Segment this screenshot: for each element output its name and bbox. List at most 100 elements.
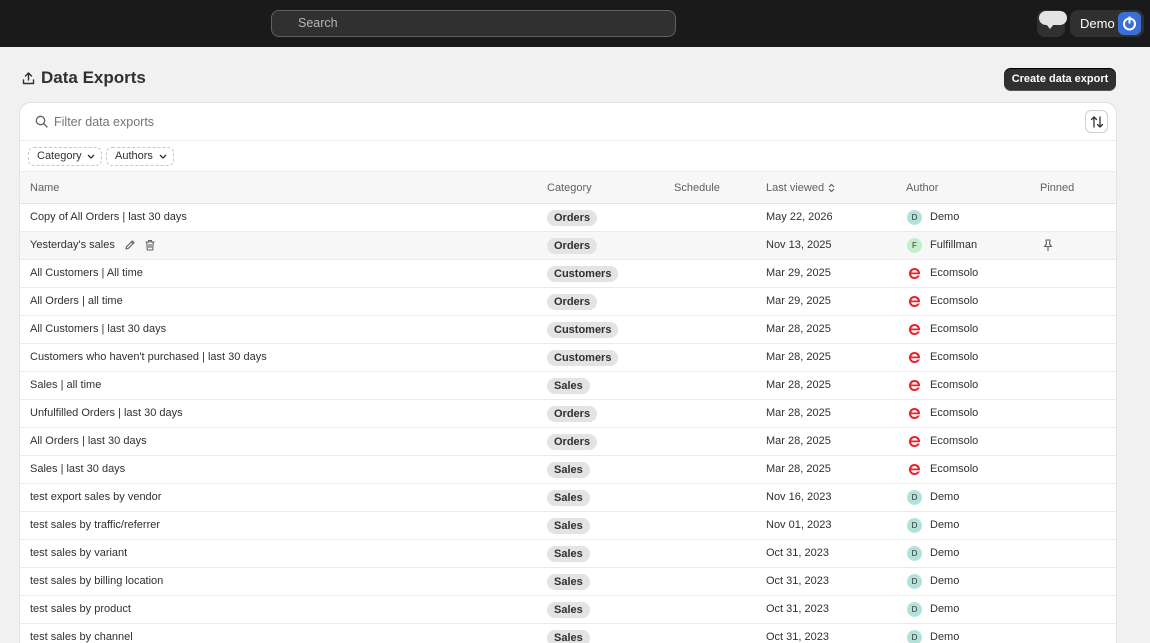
table-header: Name Category Schedule Last viewed Autho… (20, 172, 1116, 204)
author-avatar: D (907, 518, 922, 533)
export-name[interactable]: Unfulfilled Orders | last 30 days (30, 400, 183, 427)
last-viewed-date: Mar 29, 2025 (766, 267, 831, 279)
authors-filter-chip[interactable]: Authors (106, 147, 174, 166)
last-viewed-date: Mar 28, 2025 (766, 351, 831, 363)
column-header-pinned[interactable]: Pinned (1040, 172, 1074, 204)
export-name[interactable]: Sales | last 30 days (30, 456, 125, 483)
category-badge: Sales (547, 574, 590, 590)
category-badge: Sales (547, 546, 590, 562)
export-name[interactable]: test sales by billing location (30, 568, 163, 595)
table-row[interactable]: All Orders | all time Orders Mar 29, 2025 E… (20, 288, 1116, 316)
category-badge: Sales (547, 518, 590, 534)
author-name: Demo (930, 547, 960, 559)
sort-button[interactable] (1085, 110, 1108, 133)
author-name: Ecomsolo (930, 407, 979, 419)
ecomsolo-logo-icon (907, 350, 922, 365)
column-header-category[interactable]: Category (547, 172, 592, 204)
user-menu-button[interactable]: Demo (1070, 10, 1144, 37)
table-row[interactable]: test sales by traffic/referrer Sales Nov 0… (20, 512, 1116, 540)
table-row[interactable]: test export sales by vendor Sales Nov 16, … (20, 484, 1116, 512)
category-badge: Customers (547, 350, 619, 366)
filter-input[interactable] (54, 103, 454, 141)
author-name: Demo (930, 519, 960, 531)
author-avatar: D (907, 574, 922, 589)
last-viewed-date: May 22, 2026 (766, 211, 833, 223)
author-name: Demo (930, 211, 960, 223)
table-row[interactable]: Customers who haven't purchased | last 3… (20, 344, 1116, 372)
export-name[interactable]: test sales by product (30, 596, 131, 623)
table-row[interactable]: test sales by product Sales Oct 31, 2023 D D… (20, 596, 1116, 624)
create-data-export-button[interactable]: Create data export (1004, 68, 1116, 91)
column-header-last-viewed[interactable]: Last viewed (766, 172, 835, 204)
last-viewed-date: Mar 28, 2025 (766, 407, 831, 419)
export-name[interactable]: Sales | all time (30, 372, 101, 399)
export-name[interactable]: Yesterday's sales (30, 232, 115, 259)
ecomsolo-logo-icon (907, 266, 922, 281)
global-search-input[interactable]: Search (271, 10, 676, 37)
export-name[interactable]: All Orders | all time (30, 288, 123, 315)
table-row[interactable]: test sales by variant Sales Oct 31, 2023 D D… (20, 540, 1116, 568)
author-name: Ecomsolo (930, 379, 979, 391)
category-chip-label: Category (37, 150, 82, 162)
export-name[interactable]: All Orders | last 30 days (30, 428, 147, 455)
last-viewed-date: Mar 28, 2025 (766, 379, 831, 391)
exports-card: Category Authors Name Category Schedule … (20, 103, 1116, 643)
category-badge: Orders (547, 294, 598, 310)
chevron-down-icon (87, 154, 95, 159)
category-filter-chip[interactable]: Category (28, 147, 102, 166)
filter-chips: Category Authors (20, 141, 1116, 172)
last-viewed-date: Oct 31, 2023 (766, 631, 829, 643)
last-viewed-label: Last viewed (766, 182, 825, 194)
author-name: Demo (930, 491, 960, 503)
notifications-button[interactable] (1037, 10, 1067, 37)
ecomsolo-logo-icon (907, 462, 922, 477)
category-badge: Customers (547, 322, 619, 338)
author-name: Ecomsolo (930, 295, 979, 307)
delete-icon[interactable] (144, 239, 156, 254)
category-badge: Sales (547, 602, 590, 618)
export-name[interactable]: All Customers | last 30 days (30, 316, 166, 343)
edit-icon[interactable] (124, 239, 136, 254)
column-header-schedule[interactable]: Schedule (674, 172, 720, 204)
table-row[interactable]: test sales by channel Sales Oct 31, 2023 D D… (20, 624, 1116, 643)
table-row[interactable]: All Customers | All time Customers Mar 29,… (20, 260, 1116, 288)
column-header-name[interactable]: Name (30, 172, 59, 204)
export-name[interactable]: test sales by channel (30, 624, 133, 643)
table-row[interactable]: Unfulfilled Orders | last 30 days Orders M… (20, 400, 1116, 428)
export-name[interactable]: Copy of All Orders | last 30 days (30, 204, 187, 231)
export-name[interactable]: test sales by variant (30, 540, 127, 567)
column-header-author[interactable]: Author (906, 172, 938, 204)
last-viewed-date: Oct 31, 2023 (766, 603, 829, 615)
ecomsolo-logo-icon (907, 294, 922, 309)
search-placeholder: Search (298, 16, 338, 30)
author-name: Ecomsolo (930, 435, 979, 447)
export-name[interactable]: Customers who haven't purchased | last 3… (30, 344, 267, 371)
export-name[interactable]: test export sales by vendor (30, 484, 161, 511)
last-viewed-date: Mar 28, 2025 (766, 463, 831, 475)
chat-bubble-icon (1039, 11, 1067, 25)
author-name: Demo (930, 631, 960, 643)
top-bar: Search Demo (0, 0, 1150, 47)
table-row[interactable]: Sales | all time Sales Mar 28, 2025 Ecomsol… (20, 372, 1116, 400)
author-name: Demo (930, 603, 960, 615)
table-row[interactable]: All Customers | last 30 days Customers Mar… (20, 316, 1116, 344)
category-badge: Orders (547, 238, 598, 254)
export-name[interactable]: test sales by traffic/referrer (30, 512, 160, 539)
author-avatar: D (907, 210, 922, 225)
export-name[interactable]: All Customers | All time (30, 260, 143, 287)
store-logo (1118, 12, 1141, 35)
pin-icon[interactable] (1043, 239, 1053, 255)
ecomsolo-logo-icon (907, 406, 922, 421)
last-viewed-date: Nov 16, 2023 (766, 491, 832, 503)
filter-bar (20, 103, 1116, 141)
sort-icon (1090, 116, 1104, 128)
table-row[interactable]: Yesterday's sales Orders Nov 13, 2025 F Fulf… (20, 232, 1116, 260)
table-row[interactable]: All Orders | last 30 days Orders Mar 28, 2… (20, 428, 1116, 456)
table-row[interactable]: Sales | last 30 days Sales Mar 28, 2025 Eco… (20, 456, 1116, 484)
author-avatar: F (907, 238, 922, 253)
table-row[interactable]: Copy of All Orders | last 30 days Orders M… (20, 204, 1116, 232)
table-row[interactable]: test sales by billing location Sales Oct 3… (20, 568, 1116, 596)
authors-chip-label: Authors (115, 150, 153, 162)
author-name: Demo (930, 575, 960, 587)
author-name: Ecomsolo (930, 463, 979, 475)
